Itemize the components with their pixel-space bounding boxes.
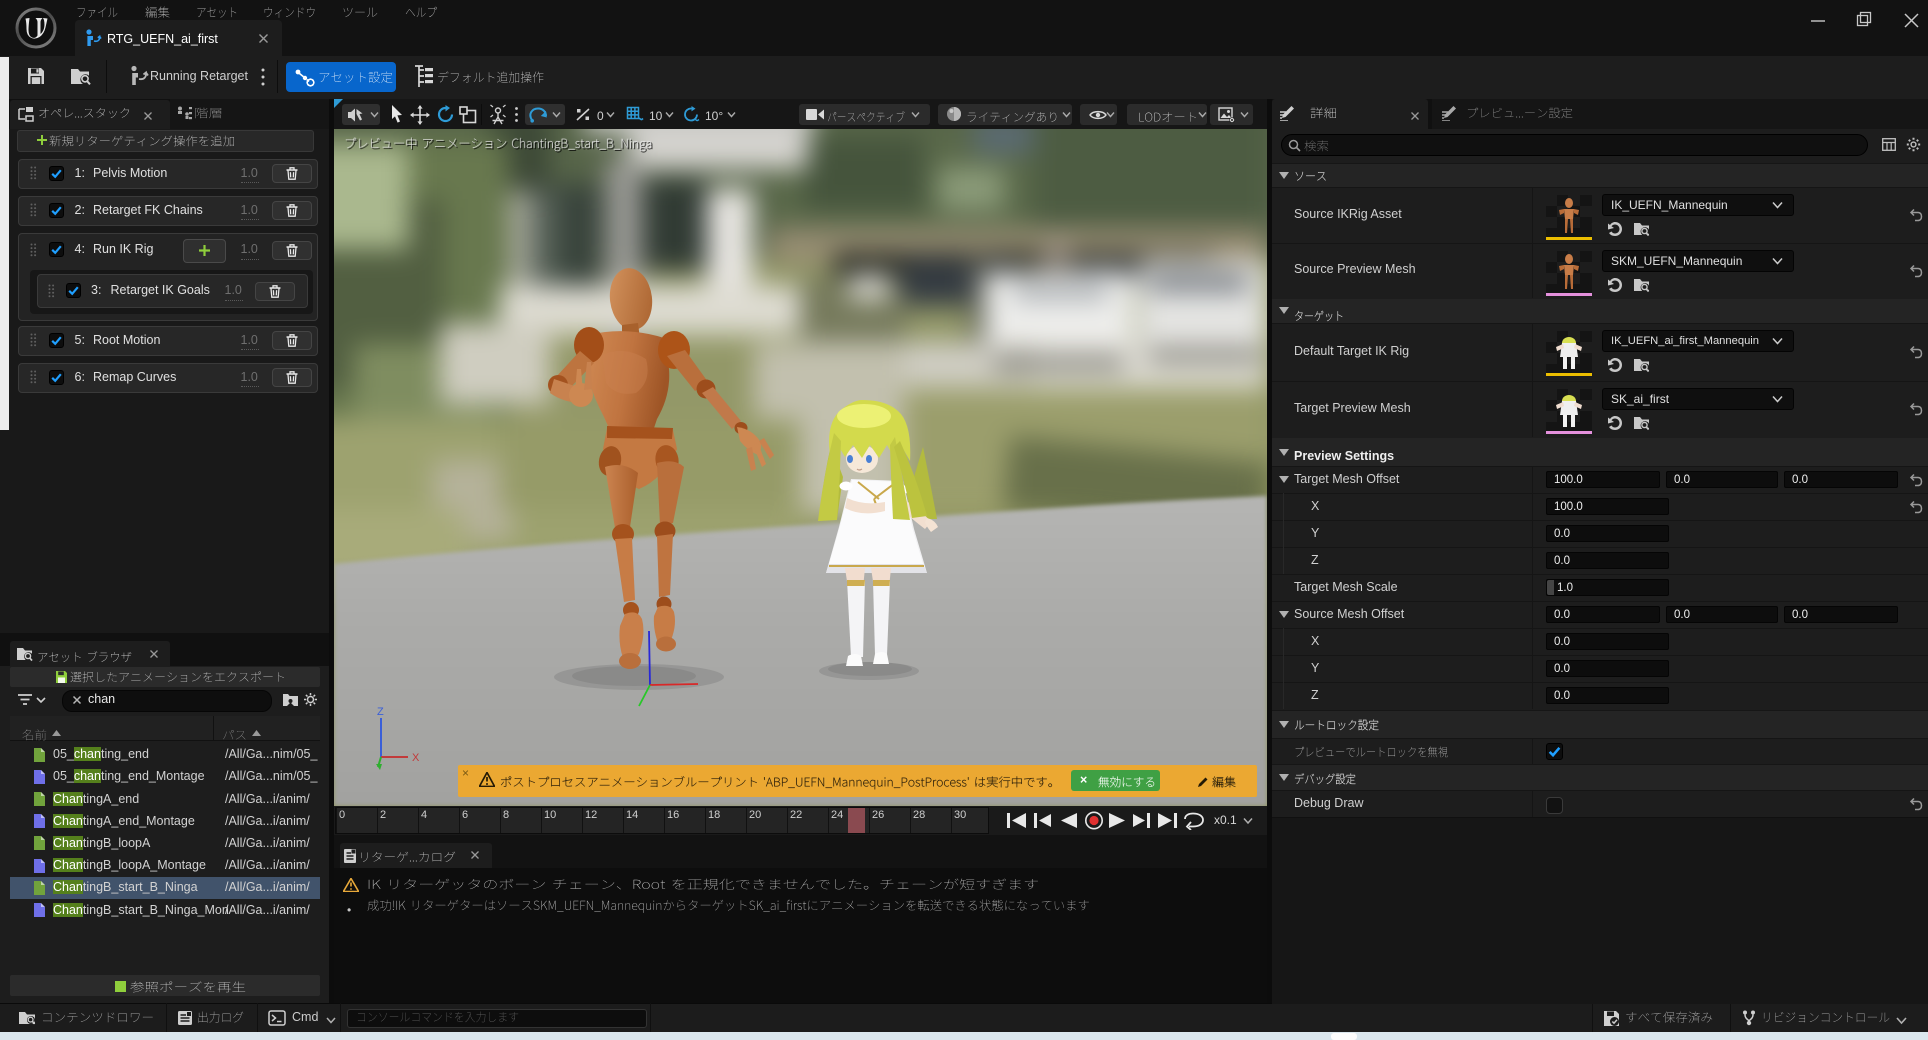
svg-text:Z: Z [377, 707, 384, 718]
svg-text:X: X [412, 752, 420, 764]
